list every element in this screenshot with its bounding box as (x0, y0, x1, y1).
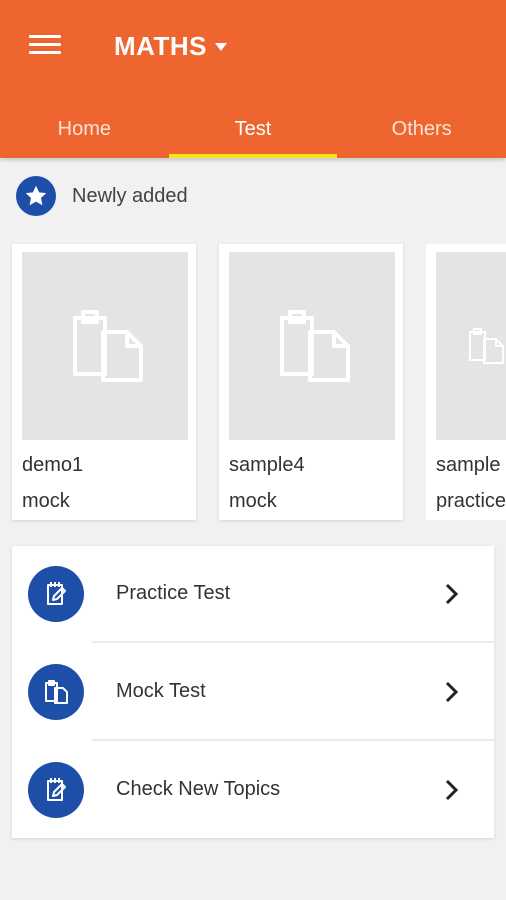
divider (92, 739, 494, 741)
clipboard-icon (229, 252, 395, 440)
app-bar: MATHS Home Test Others (0, 0, 506, 158)
notepad-edit-icon (28, 566, 84, 622)
clipboard-icon (436, 252, 506, 440)
divider (92, 641, 494, 643)
clipboard-icon (22, 252, 188, 440)
test-card[interactable]: sample4 mock (219, 244, 403, 520)
card-title: demo1 (22, 454, 84, 476)
newly-added-header: Newly added (16, 176, 188, 216)
star-icon (16, 176, 56, 216)
newly-added-label: Newly added (72, 184, 188, 207)
practice-test-label: Practice Test (116, 582, 231, 604)
test-card[interactable]: sample practice (426, 244, 506, 520)
notepad-edit-icon (28, 762, 84, 818)
tab-test[interactable]: Test (168, 100, 338, 158)
subject-selector[interactable]: MATHS (114, 28, 228, 64)
card-type: mock (22, 490, 70, 512)
card-title: sample4 (229, 454, 305, 476)
caret-down-icon (215, 43, 228, 51)
chevron-right-icon (445, 779, 459, 801)
tab-others[interactable]: Others (337, 100, 506, 158)
mock-test-item[interactable]: Mock Test (12, 644, 494, 740)
test-card[interactable]: demo1 mock (12, 244, 196, 520)
card-type: mock (229, 490, 277, 512)
hamburger-menu-icon[interactable] (29, 33, 61, 57)
app-title: MATHS (114, 30, 208, 61)
check-new-topics-label: Check New Topics (116, 778, 281, 800)
card-type: practice (436, 490, 506, 512)
practice-test-item[interactable]: Practice Test (12, 546, 494, 642)
chevron-right-icon (445, 681, 459, 703)
clipboard-copy-icon (28, 664, 84, 720)
tab-bar: Home Test Others (0, 100, 506, 158)
mock-test-label: Mock Test (116, 680, 206, 702)
chevron-right-icon (445, 583, 459, 605)
check-new-topics-item[interactable]: Check New Topics (12, 742, 494, 838)
card-title: sample (436, 454, 501, 476)
test-menu-list: Practice Test Mock Test Check New Topics (12, 546, 494, 838)
tab-home[interactable]: Home (0, 100, 169, 158)
